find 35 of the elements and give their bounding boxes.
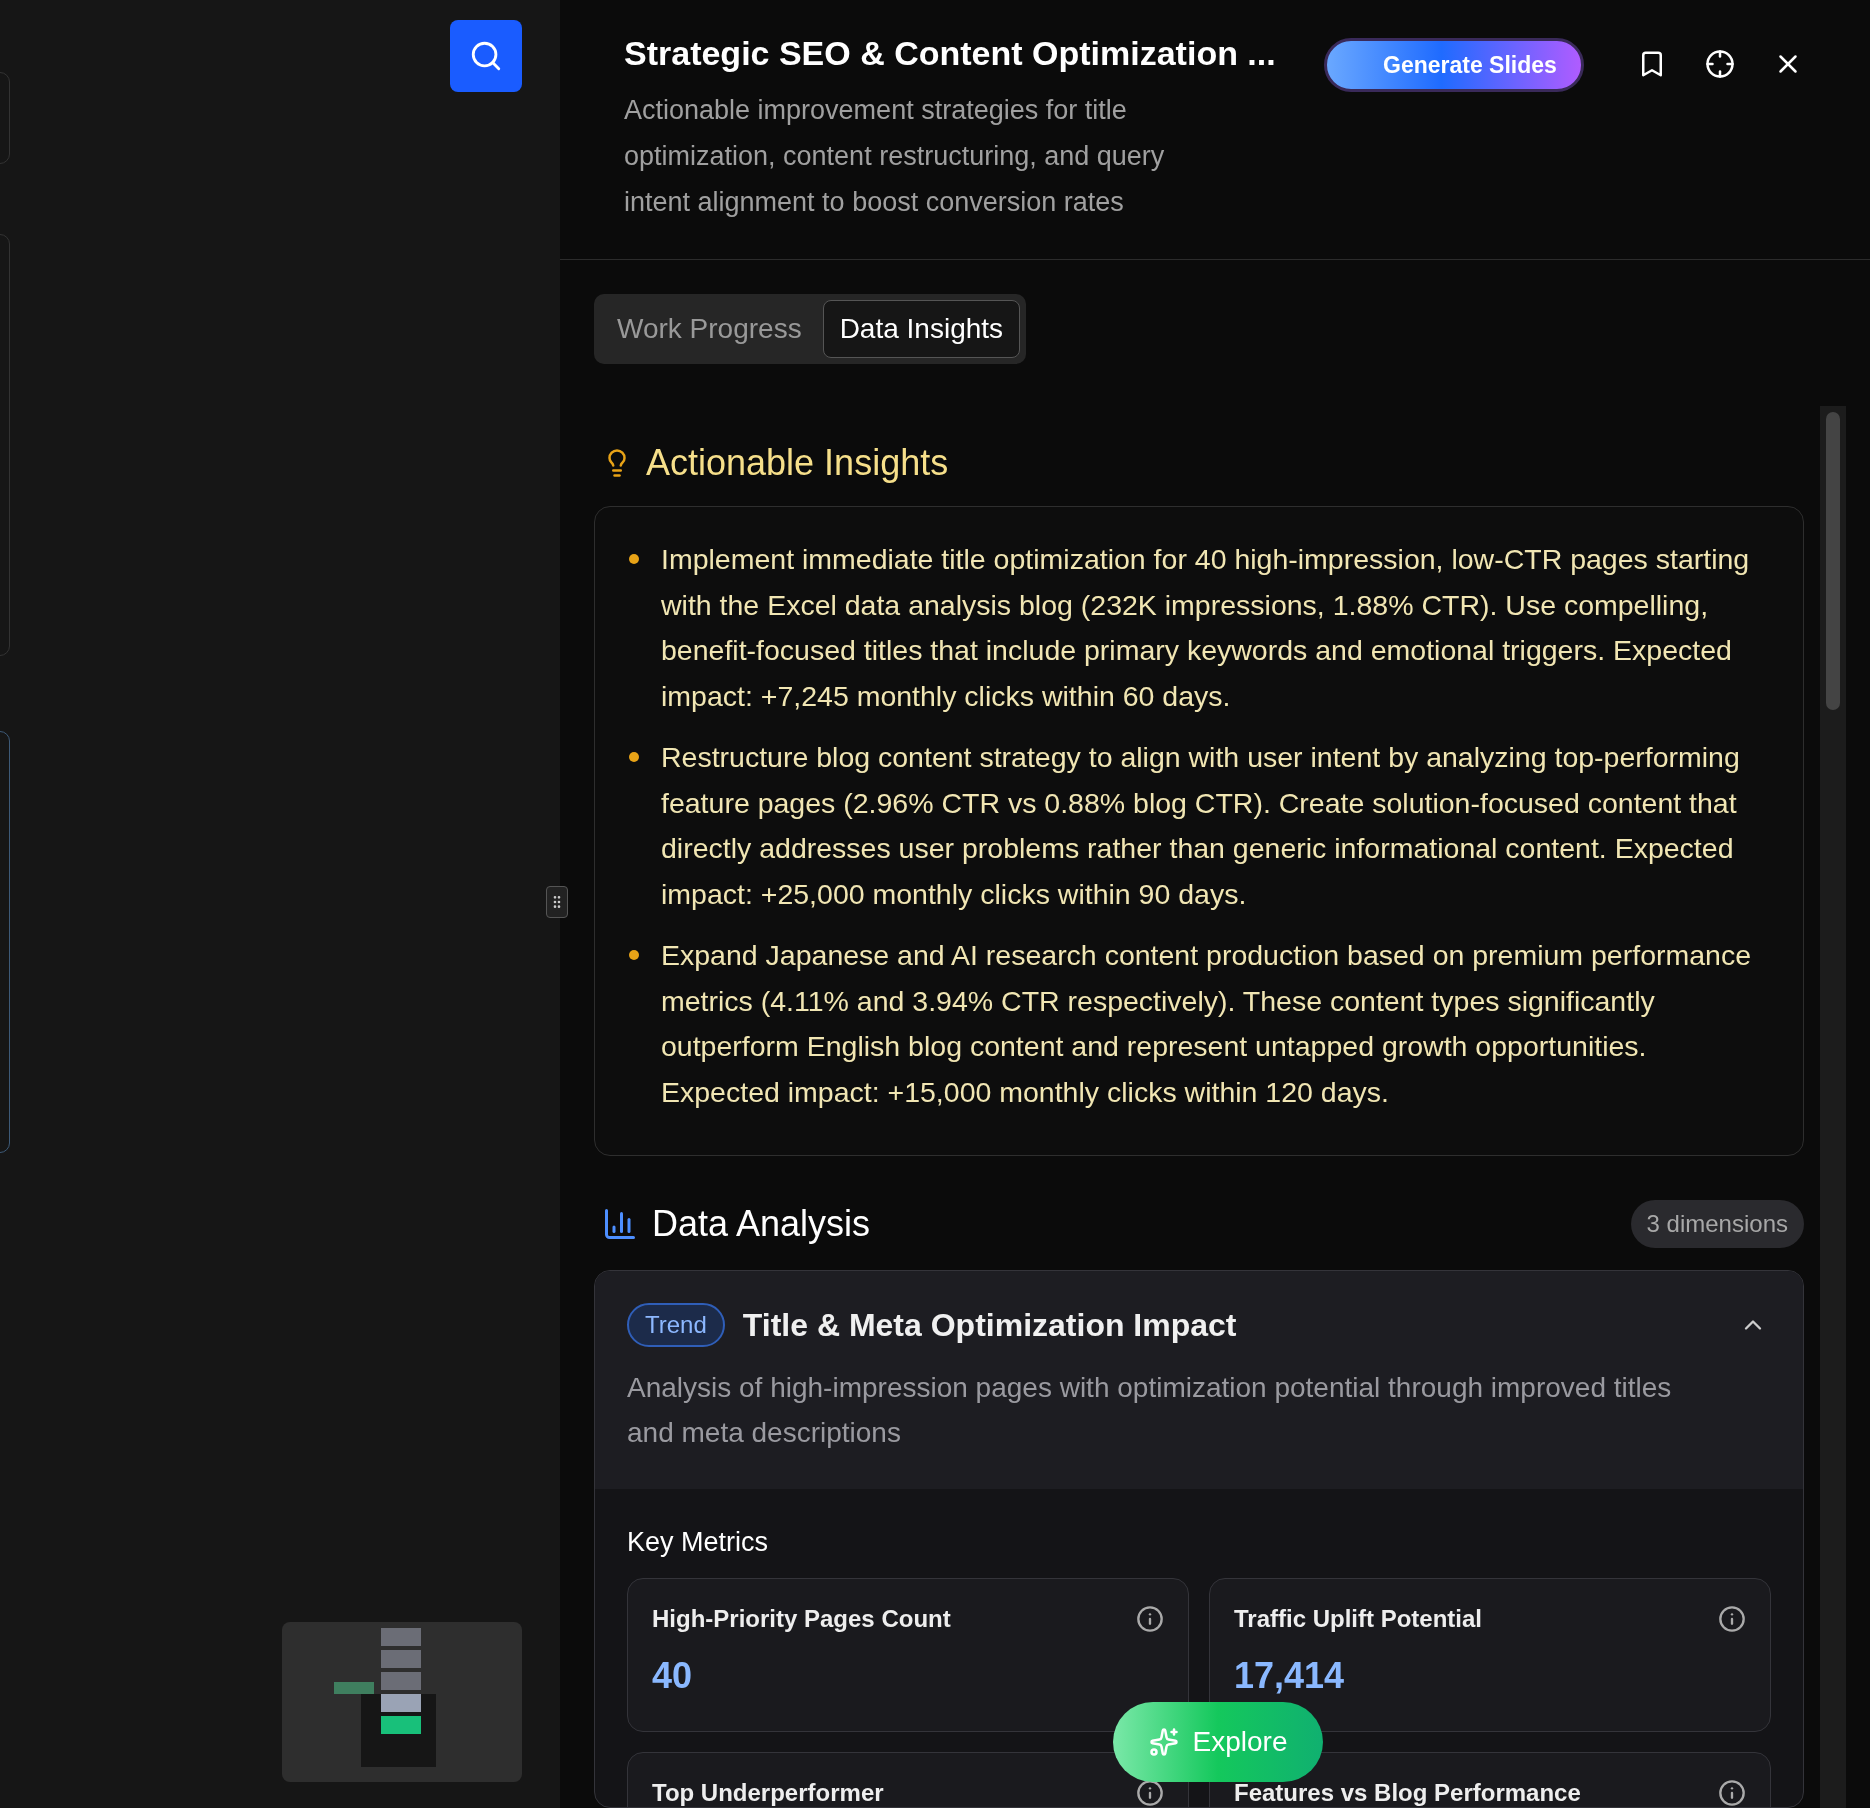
search-icon	[469, 39, 503, 73]
generate-slides-button[interactable]: Generate Slides	[1324, 38, 1584, 92]
bar-chart-icon	[602, 1206, 638, 1242]
info-icon[interactable]	[1136, 1779, 1164, 1807]
panel-subtitle: Actionable improvement strategies for title optimization, content restructuring, and query intent alignment to boost conversion rates	[624, 94, 1166, 219]
info-icon[interactable]	[1136, 1605, 1164, 1633]
tab[interactable]: Work Progress	[600, 300, 819, 358]
metric-value: 17,414	[1234, 1655, 1346, 1697]
bullet-dot	[629, 752, 639, 762]
minimap[interactable]	[282, 1622, 522, 1782]
count-badge: 3 dimensions	[1630, 1200, 1804, 1248]
insight-text: Expand Japanese and AI research content production based on premium performance metrics (4.11% and 3.94% CTR respectively). These content types significantly outperform English blog content and represent untapped growth opportunities. Expected impact: +15,000 monthly clicks within 120 days.	[661, 938, 1752, 1110]
drag-handle[interactable]	[546, 886, 568, 918]
insight-text: Restructure blog content strategy to align with user intent by analyzing top-performing feature pages (2.96% CTR vs 0.88% blog CTR). Create solution-focused content that directly addresses user problems rather than generic informational content. Expected impact: +25,000 monthly clicks within 90 days.	[661, 740, 1741, 912]
metric-label: High-Priority Pages Count	[652, 1605, 951, 1633]
section-heading: Data Analysis	[652, 1203, 871, 1245]
section-heading: Actionable Insights	[646, 442, 949, 484]
dimension-title: Title & Meta Optimization Impact	[742, 1306, 1237, 1344]
bullet-dot	[629, 554, 639, 564]
metric-label: Top Underperformer	[652, 1779, 884, 1807]
info-icon[interactable]	[1718, 1779, 1746, 1807]
metric-value: 40	[652, 1655, 694, 1697]
trend-tag: Trend	[627, 1303, 725, 1347]
search-button[interactable]	[450, 20, 522, 92]
metric-label: Features vs Blog Performance	[1234, 1779, 1581, 1807]
dimension-description: Analysis of high-impression pages with optimization potential through improved titles and meta descriptions	[627, 1371, 1673, 1450]
panel-title: Strategic SEO & Content Optimization ...	[624, 34, 1277, 73]
scrollbar[interactable]	[1820, 406, 1846, 1808]
insight-text: Implement immediate title optimization for 40 high-impression, low-CTR pages starting with the Excel data analysis blog (232K impressions, 1.88% CTR). Use compelling, benefit-focused titles that include primary keywords and emotional triggers. Expected impact: +7,245 monthly clicks within 60 days.	[661, 542, 1751, 714]
info-icon[interactable]	[1718, 1605, 1746, 1633]
key-metrics-heading: Key Metrics	[627, 1527, 770, 1558]
sparkle-icon	[1148, 1727, 1179, 1757]
tab[interactable]: Data Insights	[822, 300, 1021, 358]
metric-label: Traffic Uplift Potential	[1234, 1605, 1482, 1633]
bullet-dot	[629, 950, 639, 960]
